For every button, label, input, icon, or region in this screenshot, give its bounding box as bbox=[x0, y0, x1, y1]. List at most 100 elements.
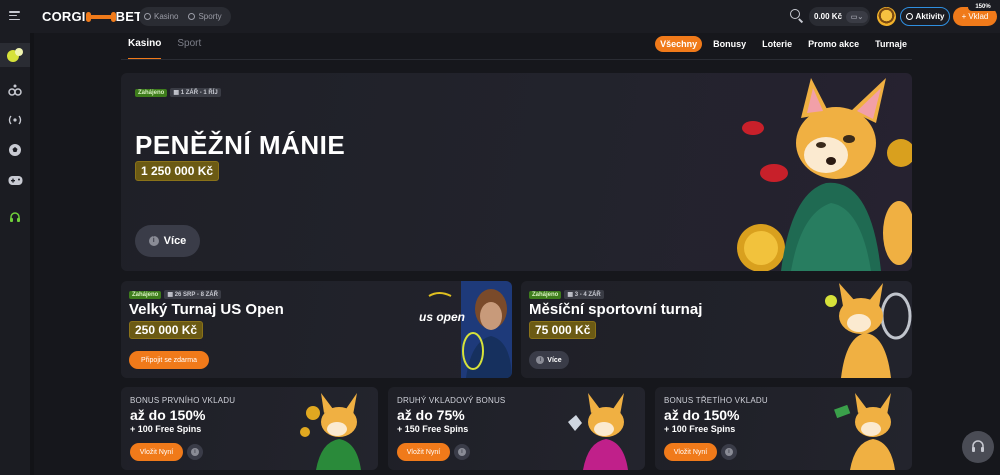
bonus-amount: až do 150% bbox=[130, 407, 206, 423]
bonus-amount: až do 75% bbox=[397, 407, 465, 423]
filter-lotteries[interactable]: Loterie bbox=[757, 36, 797, 52]
promo-card-us-open[interactable]: Zahájeno ▦ 26 SRP - 8 ZÁŘ Velký Turnaj U… bbox=[121, 281, 512, 378]
gamepad-icon bbox=[8, 175, 22, 185]
hero-banner[interactable]: Zahájeno ▦ 1 ZÁŘ - 1 ŘÍJ PENĚŽNÍ MÁNIE 1… bbox=[121, 73, 912, 271]
bonus-title: BONUS PRVNÍHO VKLADU bbox=[130, 396, 236, 405]
deposit-badge-text: 150% bbox=[975, 4, 991, 10]
info-icon: i bbox=[725, 448, 733, 456]
prize-pool: 75 000 Kč bbox=[529, 321, 597, 339]
sidebar-item-sports[interactable] bbox=[0, 78, 30, 102]
activities-label: Aktivity bbox=[915, 12, 945, 21]
filter-bonuses[interactable]: Bonusy bbox=[708, 36, 751, 52]
corgi-bonus-image bbox=[834, 393, 895, 470]
mode-sport[interactable]: Sporty bbox=[183, 12, 226, 21]
bone-icon bbox=[85, 11, 116, 22]
corgi-bonus-image bbox=[300, 393, 361, 470]
casino-icon bbox=[144, 13, 151, 20]
promo-card-monthly-sport[interactable]: Zahájeno ▦ 3 - 4 ZÁŘ Měsíční sportovní t… bbox=[521, 281, 912, 378]
info-icon: i bbox=[458, 448, 466, 456]
deposit-now-button[interactable]: Vložit Nyní bbox=[130, 443, 183, 461]
section-tabs: Kasino Sport bbox=[128, 38, 201, 60]
divider bbox=[121, 59, 912, 60]
info-button[interactable]: i bbox=[721, 444, 737, 460]
search-icon[interactable] bbox=[790, 9, 804, 23]
filter-tournaments[interactable]: Turnaje bbox=[870, 36, 912, 52]
info-button[interactable]: i bbox=[187, 444, 203, 460]
logo[interactable]: CORGI BET bbox=[42, 9, 142, 24]
status-label: Zahájeno bbox=[135, 88, 168, 97]
sidebar bbox=[0, 33, 30, 475]
join-free-button[interactable]: Připojit se zdarma bbox=[129, 351, 209, 369]
deposit-badge: 150% bbox=[968, 3, 998, 11]
filter-promo[interactable]: Promo akce bbox=[803, 36, 864, 52]
top-bar: CORGI BET Kasino Sporty 0.00 Kč ▭⌄ Aktiv… bbox=[0, 0, 1000, 33]
us-open-logo: us open bbox=[419, 310, 465, 324]
bonus-title: DRUHÝ VKLADOVÝ BONUS bbox=[397, 396, 506, 405]
more-button[interactable]: i Více bbox=[529, 351, 569, 369]
info-button[interactable]: i bbox=[454, 444, 470, 460]
join-free-label: Připojit se zdarma bbox=[140, 356, 198, 364]
corgi-tennis-image bbox=[825, 283, 912, 378]
football-icon bbox=[188, 13, 196, 20]
prize-pool: 250 000 Kč bbox=[129, 321, 204, 339]
filter-all[interactable]: Všechny bbox=[655, 36, 703, 52]
mode-switch: Kasino Sporty bbox=[139, 7, 231, 26]
deposit-now-label: Vložit Nyní bbox=[139, 448, 174, 456]
bonus-card-second[interactable]: DRUHÝ VKLADOVÝ BONUS až do 75% + 150 Fre… bbox=[388, 387, 645, 470]
sports-icon bbox=[8, 84, 22, 96]
status-badge: Zahájeno ▦ 3 - 4 ZÁŘ bbox=[529, 290, 604, 299]
info-icon: i bbox=[191, 448, 199, 456]
date-range: ▦ 1 ZÁŘ - 1 ŘÍJ bbox=[170, 88, 221, 97]
deposit-now-label: Vložit Nyní bbox=[406, 448, 441, 456]
date-range: ▦ 26 SRP - 8 ZÁŘ bbox=[164, 290, 221, 299]
promo-title: Měsíční sportovní turnaj bbox=[529, 301, 703, 318]
status-label: Zahájeno bbox=[529, 290, 562, 299]
logo-text-left: CORGI bbox=[42, 9, 86, 24]
tab-sport[interactable]: Sport bbox=[177, 38, 201, 60]
bonus-title: BONUS TŘETÍHO VKLADU bbox=[664, 396, 768, 405]
bonus-card-third[interactable]: BONUS TŘETÍHO VKLADU až do 150% + 100 Fr… bbox=[655, 387, 912, 470]
tennis-ball-icon bbox=[7, 48, 23, 62]
bonus-spins: + 100 Free Spins bbox=[664, 424, 736, 434]
more-button[interactable]: i Více bbox=[135, 225, 200, 257]
hero-title: PENĚŽNÍ MÁNIE bbox=[135, 130, 346, 160]
us-open-player-image: us open bbox=[419, 281, 512, 378]
support-chat-button[interactable] bbox=[962, 431, 994, 463]
bonus-amount: až do 150% bbox=[664, 407, 740, 423]
balance-amount: 0.00 Kč bbox=[814, 12, 843, 21]
bonus-card-first[interactable]: BONUS PRVNÍHO VKLADU až do 150% + 100 Fr… bbox=[121, 387, 378, 470]
mode-casino[interactable]: Kasino bbox=[139, 12, 183, 21]
deposit-now-button[interactable]: Vložit Nyní bbox=[664, 443, 717, 461]
corgi-bonus-image bbox=[568, 393, 628, 470]
promo-filters: Všechny Bonusy Loterie Promo akce Turnaj… bbox=[655, 36, 912, 52]
sidebar-border bbox=[30, 33, 34, 475]
sidebar-item-tennis[interactable] bbox=[0, 43, 30, 67]
plus-icon: + bbox=[961, 12, 967, 21]
info-icon: i bbox=[148, 236, 159, 246]
balance-display[interactable]: 0.00 Kč ▭⌄ bbox=[809, 7, 870, 26]
status-label: Zahájeno bbox=[129, 290, 162, 299]
deposit-label: Vklad bbox=[968, 12, 989, 21]
activities-button[interactable]: Aktivity bbox=[900, 7, 950, 26]
avatar[interactable] bbox=[877, 7, 896, 26]
currency-selector[interactable]: ▭⌄ bbox=[846, 10, 869, 23]
deposit-now-button[interactable]: Vložit Nyní bbox=[397, 443, 450, 461]
prize-pool: 1 250 000 Kč bbox=[135, 161, 220, 181]
corgi-mascot-image bbox=[737, 78, 912, 271]
globe-icon bbox=[905, 13, 913, 20]
sidebar-item-support[interactable] bbox=[0, 205, 30, 229]
sidebar-item-live[interactable] bbox=[0, 108, 30, 132]
sidebar-item-esports[interactable] bbox=[0, 168, 30, 192]
football-icon bbox=[9, 144, 21, 156]
bonus-spins: + 100 Free Spins bbox=[130, 424, 202, 434]
tab-casino[interactable]: Kasino bbox=[128, 38, 162, 60]
menu-icon[interactable] bbox=[9, 11, 20, 21]
headset-icon bbox=[972, 440, 984, 452]
info-icon: i bbox=[536, 356, 545, 364]
deposit-now-label: Vložit Nyní bbox=[673, 448, 708, 456]
bonus-spins: + 150 Free Spins bbox=[397, 424, 469, 434]
date-range: ▦ 3 - 4 ZÁŘ bbox=[564, 290, 604, 299]
more-label: Více bbox=[163, 235, 187, 247]
more-label: Více bbox=[547, 356, 562, 364]
sidebar-item-football[interactable] bbox=[0, 138, 30, 162]
